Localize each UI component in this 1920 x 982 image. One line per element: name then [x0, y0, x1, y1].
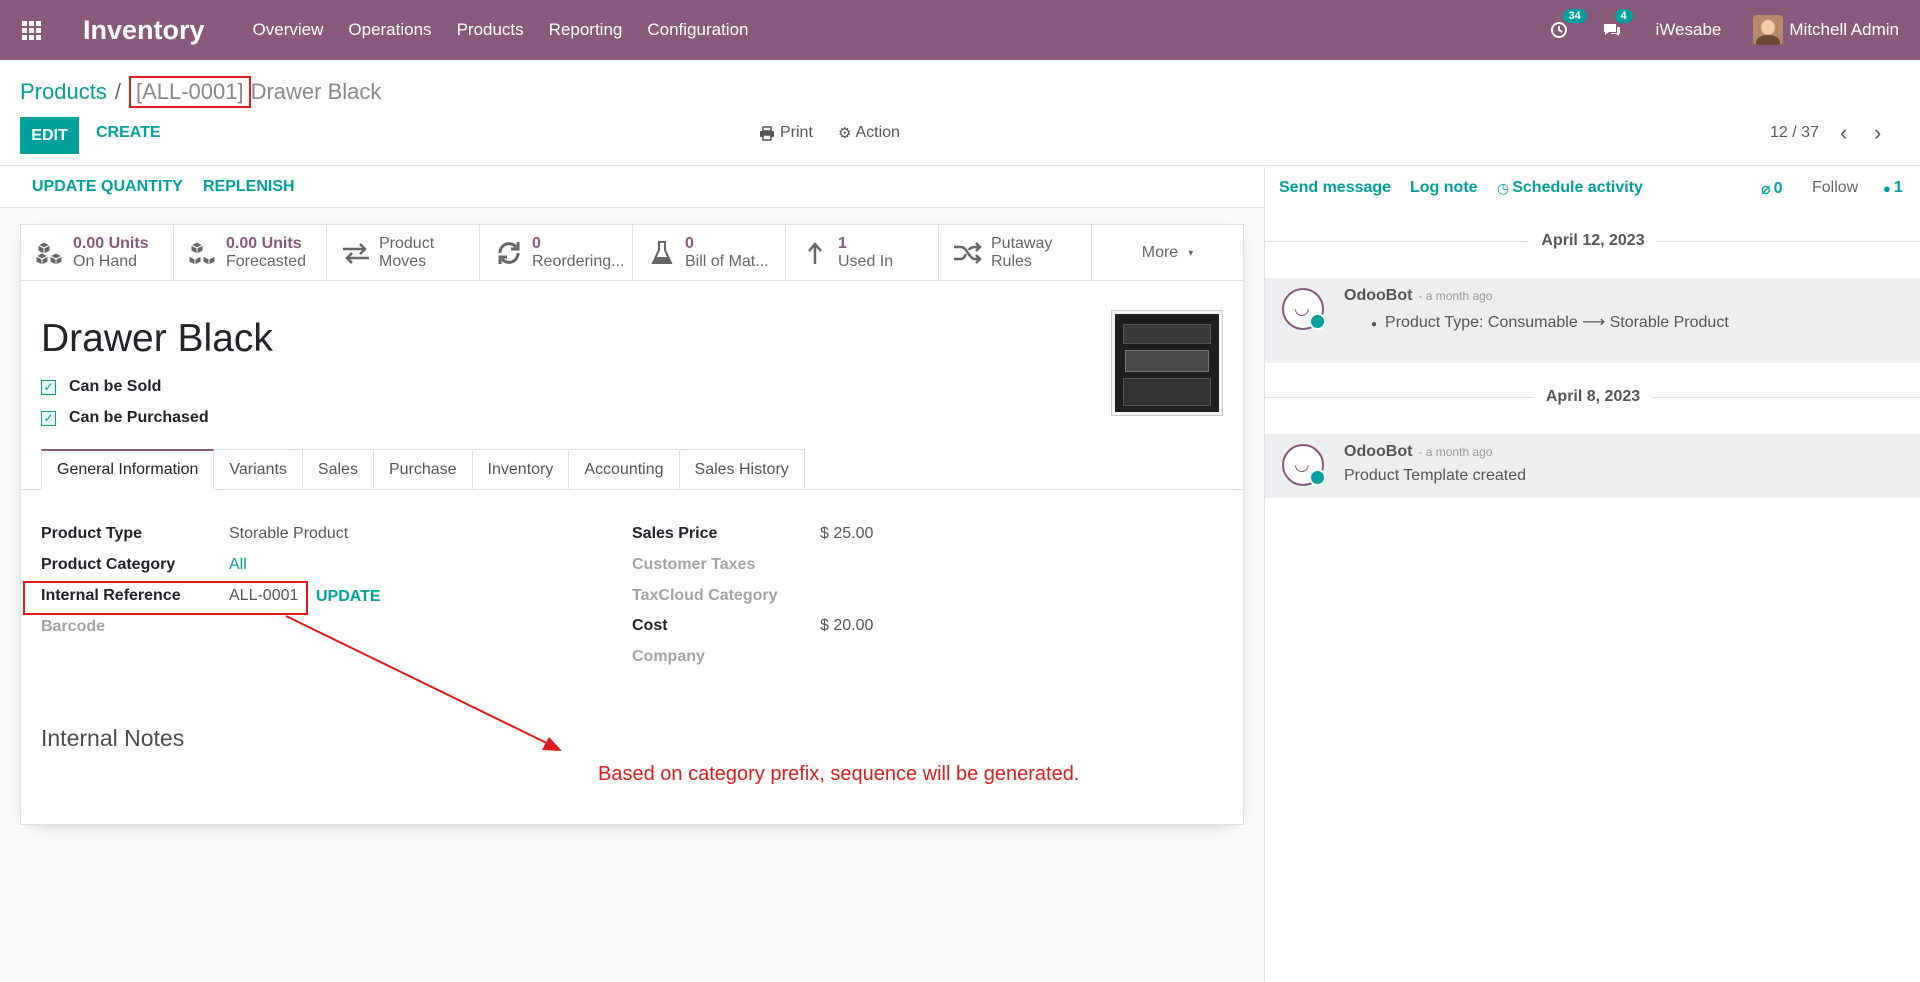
top-navbar: Inventory Overview Operations Products R…: [0, 0, 1920, 60]
annotation-text: Based on category prefix, sequence will …: [598, 763, 1080, 785]
schedule-activity-label: Schedule activity: [1512, 179, 1643, 196]
action-button[interactable]: ⚙ Action: [838, 124, 900, 142]
odoobot-avatar: [1282, 444, 1326, 486]
apps-menu-icon[interactable]: [0, 0, 62, 60]
message-body: Product Template created: [1344, 467, 1527, 484]
author-name[interactable]: OdooBot: [1344, 287, 1412, 304]
paperclip-icon: ⌀: [1761, 181, 1771, 198]
date-separator: April 8, 2023: [1265, 388, 1920, 406]
user-menu[interactable]: Mitchell Admin: [1789, 20, 1899, 40]
odoobot-avatar: [1282, 288, 1326, 330]
message-author: OdooBot - a month ago: [1344, 443, 1492, 461]
breadcrumb-product-name: Drawer Black: [250, 79, 382, 104]
control-panel: Products / [ALL-0001] Drawer Black EDIT …: [0, 60, 1920, 166]
messages-badge: 4: [1614, 9, 1633, 23]
message-author: OdooBot - a month ago: [1344, 287, 1492, 305]
attachments-count: 0: [1773, 180, 1783, 197]
messages-comments-icon[interactable]: 4: [1602, 9, 1633, 39]
replenish-button[interactable]: REPLENISH: [203, 178, 295, 196]
create-button[interactable]: CREATE: [96, 124, 161, 142]
menu-configuration[interactable]: Configuration: [647, 20, 748, 40]
breadcrumb-separator: /: [114, 79, 121, 104]
message-time: - a month ago: [1418, 445, 1493, 459]
message-time: - a month ago: [1418, 289, 1493, 303]
chevron-right-icon[interactable]: ›: [1874, 120, 1881, 146]
chatter-message: OdooBot - a month ago ●Product Type: Cons…: [1265, 278, 1920, 363]
breadcrumb-reference: [ALL-0001]: [128, 76, 251, 108]
pager-value[interactable]: 12 / 37: [1770, 124, 1819, 142]
breadcrumb: Products / [ALL-0001] Drawer Black: [20, 76, 381, 108]
user-avatar[interactable]: [1753, 15, 1784, 45]
chevron-left-icon[interactable]: ‹: [1840, 120, 1847, 146]
update-quantity-button[interactable]: UPDATE QUANTITY: [32, 178, 183, 196]
followers-button[interactable]: ● 1: [1883, 179, 1903, 197]
date-separator: April 12, 2023: [1265, 232, 1920, 250]
annotation-arrow: [285, 615, 562, 751]
chatter-panel: Send message Log note ◷ Schedule activit…: [1264, 167, 1920, 982]
form-sheet: 0.00 Units On Hand 0.00 Units Forecasted P…: [20, 224, 1244, 825]
menu-products[interactable]: Products: [457, 20, 524, 40]
clock-icon: ◷: [1497, 179, 1510, 196]
followers-count: 1: [1893, 179, 1903, 196]
edit-button[interactable]: EDIT: [20, 117, 79, 154]
schedule-activity-button[interactable]: ◷ Schedule activity: [1497, 179, 1643, 197]
chatter-message: OdooBot - a month ago Product Template cr…: [1265, 434, 1920, 498]
send-message-button[interactable]: Send message: [1279, 179, 1391, 197]
form-statusbar: UPDATE QUANTITY REPLENISH: [0, 167, 1264, 208]
company-switcher[interactable]: iWesabe: [1656, 20, 1722, 40]
gear-icon: ⚙: [838, 125, 852, 142]
print-button[interactable]: Print: [759, 124, 813, 142]
author-name[interactable]: OdooBot: [1344, 443, 1412, 460]
activity-clock-icon[interactable]: 34: [1550, 9, 1587, 39]
date-label: April 8, 2023: [1545, 388, 1641, 405]
user-icon: ●: [1883, 180, 1891, 196]
navbar-systray: 34 4 iWesabe Mitchell Admin: [1550, 0, 1920, 60]
print-icon: [760, 125, 774, 141]
attachments-button[interactable]: ⌀ 0: [1761, 179, 1783, 199]
date-label: April 12, 2023: [1541, 232, 1645, 249]
menu-operations[interactable]: Operations: [348, 20, 431, 40]
message-body: Product Type: Consumable ⟶ Storable Prod…: [1385, 314, 1729, 331]
app-brand[interactable]: Inventory: [83, 15, 205, 46]
menu-reporting[interactable]: Reporting: [549, 20, 623, 40]
action-label: Action: [855, 124, 900, 141]
breadcrumb-products[interactable]: Products: [20, 79, 107, 105]
print-label: Print: [780, 124, 813, 141]
tab-general-information[interactable]: General Information: [41, 449, 215, 490]
menu-overview[interactable]: Overview: [253, 20, 324, 40]
log-note-button[interactable]: Log note: [1410, 179, 1478, 197]
activity-badge: 34: [1562, 9, 1587, 23]
tracking-value: ● Product Type: Consumable ⟶ Storable Pro…: [1371, 314, 1729, 331]
follow-button[interactable]: Follow: [1812, 179, 1858, 197]
main-menu: Overview Operations Products Reporting C…: [253, 20, 774, 40]
